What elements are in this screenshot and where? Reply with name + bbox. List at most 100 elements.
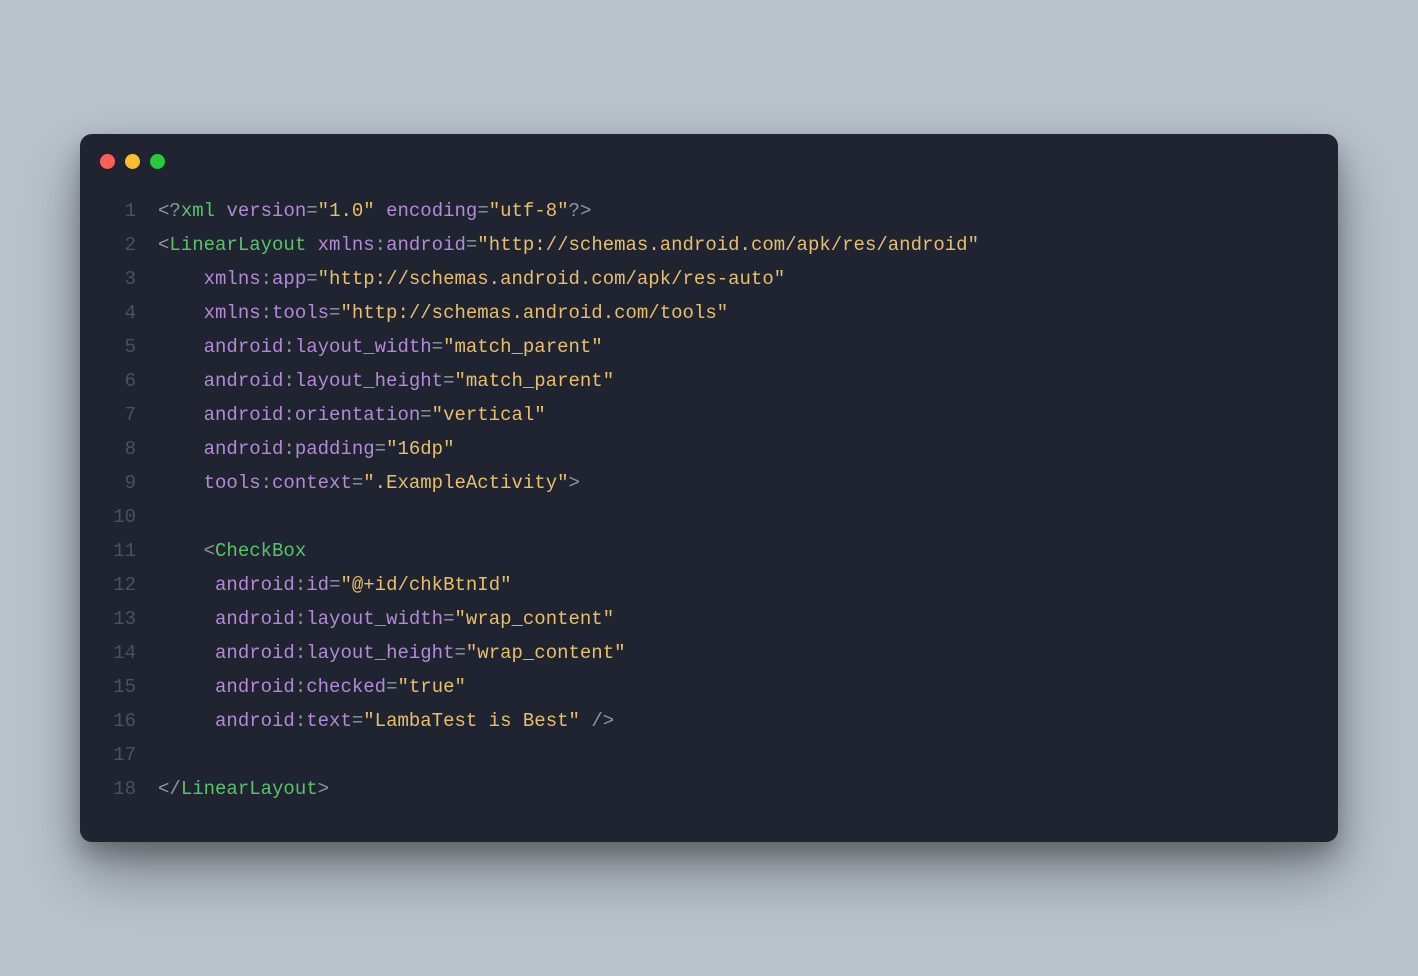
code-token: : bbox=[283, 404, 294, 426]
code-token bbox=[158, 574, 215, 596]
code-token: tools bbox=[272, 302, 329, 324]
code-token bbox=[158, 608, 215, 630]
code-token: "http://schemas.android.com/tools" bbox=[340, 302, 728, 324]
code-token: xmlns bbox=[204, 268, 261, 290]
code-token: "http://schemas.android.com/apk/res-auto… bbox=[318, 268, 785, 290]
line-number: 1 bbox=[80, 194, 136, 228]
code-token: "utf-8" bbox=[489, 200, 569, 222]
line-number: 11 bbox=[80, 534, 136, 568]
code-line: <CheckBox bbox=[158, 534, 1314, 568]
code-token: android bbox=[215, 710, 295, 732]
code-line: android:layout_width="wrap_content" bbox=[158, 602, 1314, 636]
code-line bbox=[158, 500, 1314, 534]
code-token bbox=[158, 438, 204, 460]
code-line: android:layout_width="match_parent" bbox=[158, 330, 1314, 364]
code-token: encoding bbox=[386, 200, 477, 222]
maximize-icon[interactable] bbox=[150, 154, 165, 169]
line-number: 9 bbox=[80, 466, 136, 500]
code-token: /> bbox=[591, 710, 614, 732]
code-token: : bbox=[261, 302, 272, 324]
code-token: LinearLayout bbox=[181, 778, 318, 800]
code-line: android:layout_height="match_parent" bbox=[158, 364, 1314, 398]
code-line: xmlns:app="http://schemas.android.com/ap… bbox=[158, 262, 1314, 296]
code-token: orientation bbox=[295, 404, 420, 426]
code-line: <LinearLayout xmlns:android="http://sche… bbox=[158, 228, 1314, 262]
code-token: = bbox=[306, 268, 317, 290]
code-token: < bbox=[204, 540, 215, 562]
code-token: = bbox=[432, 336, 443, 358]
code-token: = bbox=[386, 676, 397, 698]
code-token: android bbox=[215, 574, 295, 596]
code-token bbox=[580, 710, 591, 732]
code-token: android bbox=[204, 370, 284, 392]
code-token: = bbox=[477, 200, 488, 222]
code-token: android bbox=[204, 438, 284, 460]
code-token: = bbox=[352, 472, 363, 494]
code-line: android:orientation="vertical" bbox=[158, 398, 1314, 432]
code-token: "true" bbox=[397, 676, 465, 698]
minimize-icon[interactable] bbox=[125, 154, 140, 169]
code-token bbox=[158, 642, 215, 664]
line-number: 3 bbox=[80, 262, 136, 296]
code-token: android bbox=[215, 676, 295, 698]
code-token: : bbox=[283, 438, 294, 460]
code-token: : bbox=[295, 710, 306, 732]
code-token: = bbox=[352, 710, 363, 732]
code-token: = bbox=[454, 642, 465, 664]
code-token: xmlns bbox=[204, 302, 261, 324]
code-token: = bbox=[420, 404, 431, 426]
code-line: android:text="LambaTest is Best" /> bbox=[158, 704, 1314, 738]
code-token: android bbox=[215, 608, 295, 630]
code-token: version bbox=[226, 200, 306, 222]
code-token: "wrap_content" bbox=[466, 642, 626, 664]
code-token: CheckBox bbox=[215, 540, 306, 562]
code-token: layout_height bbox=[295, 370, 443, 392]
line-number: 10 bbox=[80, 500, 136, 534]
code-token: padding bbox=[295, 438, 375, 460]
code-token bbox=[158, 472, 204, 494]
code-token: android bbox=[386, 234, 466, 256]
code-token: "LambaTest is Best" bbox=[363, 710, 580, 732]
code-token: text bbox=[306, 710, 352, 732]
code-content[interactable]: <?xml version="1.0" encoding="utf-8"?><L… bbox=[158, 194, 1338, 806]
code-line: xmlns:tools="http://schemas.android.com/… bbox=[158, 296, 1314, 330]
code-token: "match_parent" bbox=[454, 370, 614, 392]
code-token: layout_width bbox=[295, 336, 432, 358]
code-area[interactable]: 123456789101112131415161718 <?xml versio… bbox=[80, 188, 1338, 842]
code-token: "wrap_content" bbox=[454, 608, 614, 630]
code-token bbox=[158, 540, 204, 562]
code-token bbox=[158, 268, 204, 290]
code-line: </LinearLayout> bbox=[158, 772, 1314, 806]
line-number: 14 bbox=[80, 636, 136, 670]
code-token: android bbox=[204, 336, 284, 358]
code-token bbox=[375, 200, 386, 222]
line-number: 8 bbox=[80, 432, 136, 466]
code-token: : bbox=[261, 268, 272, 290]
code-token: "@+id/chkBtnId" bbox=[340, 574, 511, 596]
code-token bbox=[306, 234, 317, 256]
close-icon[interactable] bbox=[100, 154, 115, 169]
line-number: 16 bbox=[80, 704, 136, 738]
code-token: = bbox=[329, 302, 340, 324]
line-number: 18 bbox=[80, 772, 136, 806]
code-line: <?xml version="1.0" encoding="utf-8"?> bbox=[158, 194, 1314, 228]
code-token: "16dp" bbox=[386, 438, 454, 460]
code-token bbox=[158, 710, 215, 732]
code-token: : bbox=[295, 608, 306, 630]
code-token: : bbox=[295, 676, 306, 698]
code-token bbox=[215, 200, 226, 222]
code-token: ".ExampleActivity" bbox=[363, 472, 568, 494]
code-line: android:padding="16dp" bbox=[158, 432, 1314, 466]
code-token: : bbox=[295, 642, 306, 664]
code-token bbox=[158, 404, 204, 426]
line-number-gutter: 123456789101112131415161718 bbox=[80, 194, 158, 806]
code-token bbox=[158, 302, 204, 324]
code-token: android bbox=[204, 404, 284, 426]
code-token: > bbox=[318, 778, 329, 800]
line-number: 2 bbox=[80, 228, 136, 262]
code-token: : bbox=[283, 336, 294, 358]
code-token: "match_parent" bbox=[443, 336, 603, 358]
code-line: android:layout_height="wrap_content" bbox=[158, 636, 1314, 670]
window-titlebar bbox=[80, 134, 1338, 188]
code-token: layout_height bbox=[306, 642, 454, 664]
